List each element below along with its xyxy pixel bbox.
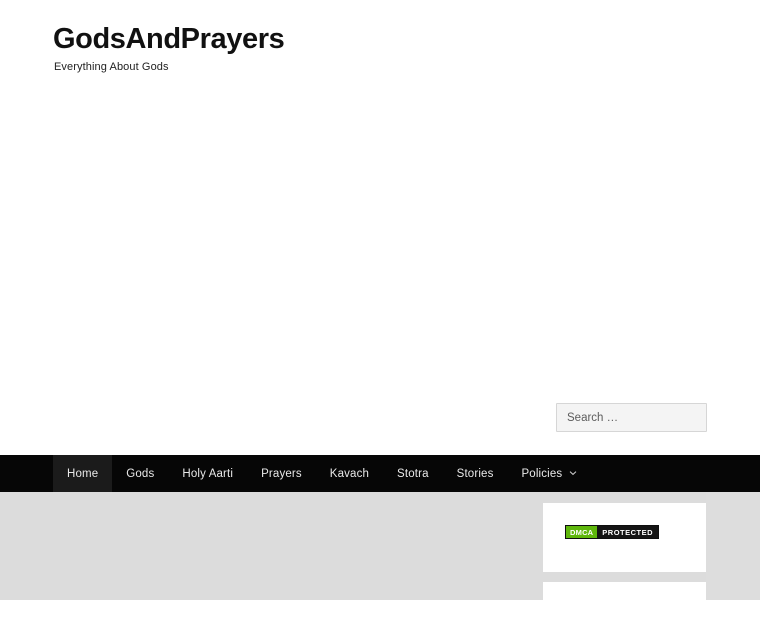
- chevron-down-icon: [569, 469, 577, 476]
- site-inner: DMCA PROTECTED: [0, 492, 706, 612]
- sidebar-column: DMCA PROTECTED: [543, 503, 706, 622]
- dmca-badge-label: DMCA: [566, 526, 598, 538]
- nav-item-label: Gods: [126, 467, 155, 480]
- nav-item-label: Holy Aarti: [182, 467, 234, 480]
- main-content-column: [0, 492, 530, 600]
- widget-secondary: [543, 582, 706, 612]
- nav-item-label: Kavach: [329, 467, 370, 480]
- site-tagline: Everything About Gods: [54, 61, 169, 73]
- nav-item-label: Home: [67, 467, 99, 480]
- nav-item-label: Prayers: [261, 467, 302, 480]
- primary-navigation: Home Gods Holy Aarti Prayers Kavach Stotra Sto…: [0, 455, 760, 492]
- site-header: GodsAndPrayers Everything About Gods: [0, 0, 760, 455]
- nav-item-prayers[interactable]: Prayers: [247, 455, 316, 492]
- nav-item-label: Policies: [521, 467, 563, 480]
- content-area: DMCA PROTECTED: [0, 492, 760, 612]
- nav-item-policies[interactable]: Policies: [507, 455, 590, 492]
- nav-item-holy-aarti[interactable]: Holy Aarti: [168, 455, 247, 492]
- nav-item-home[interactable]: Home: [53, 455, 113, 492]
- dmca-protected-badge[interactable]: DMCA PROTECTED: [565, 525, 660, 539]
- widget-dmca-protection: DMCA PROTECTED: [543, 503, 706, 572]
- dmca-protected-label: PROTECTED: [597, 526, 659, 538]
- header-search-widget: [556, 403, 707, 432]
- nav-item-gods[interactable]: Gods: [112, 455, 168, 492]
- nav-list: Home Gods Holy Aarti Prayers Kavach Stotra Sto…: [0, 455, 760, 492]
- search-input[interactable]: [556, 403, 707, 432]
- nav-item-stotra[interactable]: Stotra: [383, 455, 443, 492]
- page-root: GodsAndPrayers Everything About Gods Hom…: [0, 0, 760, 612]
- site-branding[interactable]: GodsAndPrayers Everything About Gods: [53, 22, 285, 74]
- site-title[interactable]: GodsAndPrayers: [53, 22, 285, 56]
- nav-item-stories[interactable]: Stories: [443, 455, 508, 492]
- nav-item-kavach[interactable]: Kavach: [316, 455, 383, 492]
- nav-item-label: Stories: [456, 467, 494, 480]
- nav-item-label: Stotra: [397, 467, 429, 480]
